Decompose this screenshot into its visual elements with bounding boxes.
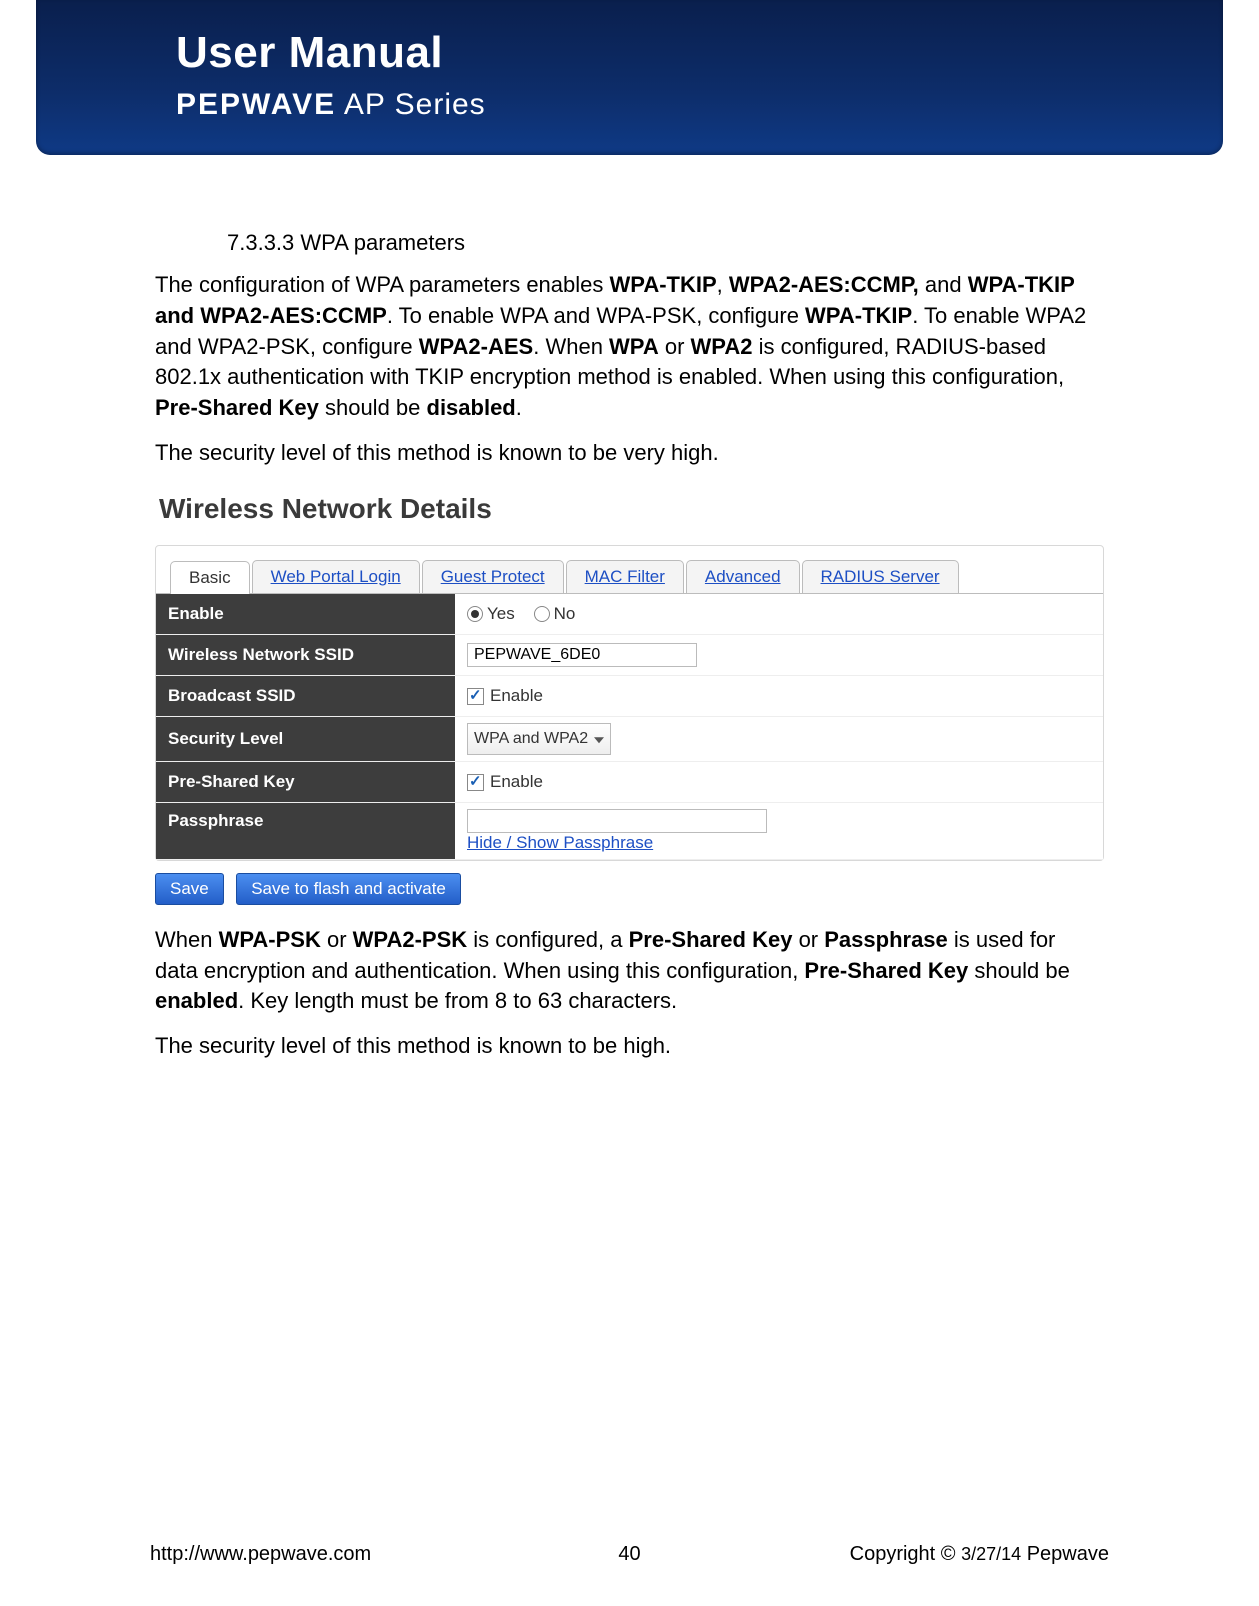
footer-copyright: Copyright © 3/27/14 Pepwave bbox=[850, 1543, 1109, 1566]
field-passphrase: Hide / Show Passphrase bbox=[455, 802, 1103, 859]
text: . bbox=[516, 395, 522, 420]
text: or bbox=[321, 927, 353, 952]
button-row: Save Save to flash and activate bbox=[155, 873, 1104, 905]
text-bold: WPA2-PSK bbox=[353, 927, 468, 952]
tab-basic[interactable]: Basic bbox=[170, 561, 250, 594]
checkbox-psk-label: Enable bbox=[490, 772, 543, 791]
text: or bbox=[792, 927, 824, 952]
label-psk: Pre-Shared Key bbox=[156, 761, 455, 802]
page-footer: http://www.pepwave.com 40 Copyright © 3/… bbox=[150, 1543, 1109, 1566]
security-select[interactable]: WPA and WPA2 bbox=[467, 723, 611, 755]
brand-name: PEPWAVE bbox=[176, 88, 336, 121]
text: . When bbox=[533, 334, 609, 359]
paragraph-1: The configuration of WPA parameters enab… bbox=[155, 270, 1104, 424]
checkbox-broadcast[interactable] bbox=[467, 688, 484, 705]
text: Pepwave bbox=[1021, 1543, 1109, 1565]
text: should be bbox=[319, 395, 427, 420]
row-security: Security Level WPA and WPA2 bbox=[156, 716, 1103, 761]
ssid-input[interactable] bbox=[467, 643, 697, 667]
field-enable: Yes No bbox=[455, 593, 1103, 634]
text-bold: WPA bbox=[609, 334, 659, 359]
tab-mac-filter[interactable]: MAC Filter bbox=[566, 560, 684, 593]
save-flash-button[interactable]: Save to flash and activate bbox=[236, 873, 461, 905]
field-psk: Enable bbox=[455, 761, 1103, 802]
text: and bbox=[919, 272, 968, 297]
text: . Key length must be from 8 to 63 charac… bbox=[238, 988, 677, 1013]
text-bold: Pre-Shared Key bbox=[155, 395, 319, 420]
label-ssid: Wireless Network SSID bbox=[156, 634, 455, 675]
text: , bbox=[717, 272, 729, 297]
hide-show-passphrase-link[interactable]: Hide / Show Passphrase bbox=[467, 833, 653, 852]
row-passphrase: Passphrase Hide / Show Passphrase bbox=[156, 802, 1103, 859]
ui-panel-title: Wireless Network Details bbox=[155, 483, 1104, 531]
text: The configuration of WPA parameters enab… bbox=[155, 272, 610, 297]
text-bold: Pre-Shared Key bbox=[629, 927, 793, 952]
text: When bbox=[155, 927, 219, 952]
radio-no-label: No bbox=[554, 604, 576, 623]
row-enable: Enable Yes No bbox=[156, 593, 1103, 634]
checkbox-broadcast-label: Enable bbox=[490, 686, 543, 705]
text-bold: Pre-Shared Key bbox=[804, 958, 968, 983]
text: should be bbox=[968, 958, 1070, 983]
text-bold: Passphrase bbox=[824, 927, 948, 952]
tab-radius-server[interactable]: RADIUS Server bbox=[802, 560, 959, 593]
save-button[interactable]: Save bbox=[155, 873, 224, 905]
text-bold: WPA2 bbox=[691, 334, 753, 359]
footer-url: http://www.pepwave.com bbox=[150, 1543, 371, 1566]
field-ssid bbox=[455, 634, 1103, 675]
label-passphrase: Passphrase bbox=[156, 802, 455, 859]
row-ssid: Wireless Network SSID bbox=[156, 634, 1103, 675]
doc-subtitle: PEPWAVE AP Series bbox=[176, 88, 486, 122]
page-number: 40 bbox=[618, 1543, 640, 1566]
paragraph-4: The security level of this method is kno… bbox=[155, 1031, 1104, 1062]
field-security: WPA and WPA2 bbox=[455, 716, 1103, 761]
paragraph-3: When WPA-PSK or WPA2-PSK is configured, … bbox=[155, 925, 1104, 1017]
label-broadcast: Broadcast SSID bbox=[156, 675, 455, 716]
security-select-value: WPA and WPA2 bbox=[474, 730, 588, 748]
row-broadcast: Broadcast SSID Enable bbox=[156, 675, 1103, 716]
tab-advanced[interactable]: Advanced bbox=[686, 560, 800, 593]
radio-yes-label: Yes bbox=[487, 604, 515, 623]
doc-title: User Manual bbox=[176, 28, 443, 78]
radio-yes[interactable] bbox=[467, 606, 483, 622]
text-bold: WPA-PSK bbox=[219, 927, 321, 952]
text: or bbox=[659, 334, 691, 359]
product-line: AP Series bbox=[336, 88, 486, 121]
text: 3/27/14 bbox=[961, 1544, 1021, 1564]
radio-no[interactable] bbox=[534, 606, 550, 622]
text-bold: enabled bbox=[155, 988, 238, 1013]
passphrase-input[interactable] bbox=[467, 809, 767, 833]
text: . To enable WPA and WPA-PSK, configure bbox=[387, 303, 805, 328]
text: Copyright © bbox=[850, 1543, 961, 1565]
tab-bar: Basic Web Portal Login Guest Protect MAC… bbox=[156, 546, 1103, 593]
text: is configured, a bbox=[467, 927, 628, 952]
text-bold: WPA-TKIP bbox=[805, 303, 912, 328]
settings-panel: Basic Web Portal Login Guest Protect MAC… bbox=[155, 545, 1104, 861]
label-security: Security Level bbox=[156, 716, 455, 761]
checkbox-psk[interactable] bbox=[467, 774, 484, 791]
text-bold: WPA2-AES bbox=[419, 334, 534, 359]
text-bold: WPA-TKIP bbox=[610, 272, 717, 297]
label-enable: Enable bbox=[156, 593, 455, 634]
text-bold: WPA2-AES:CCMP, bbox=[729, 272, 919, 297]
paragraph-2: The security level of this method is kno… bbox=[155, 438, 1104, 469]
tab-web-portal-login[interactable]: Web Portal Login bbox=[252, 560, 420, 593]
settings-table: Enable Yes No Wireless Network SSID Broa… bbox=[156, 593, 1103, 860]
text-bold: disabled bbox=[427, 395, 516, 420]
tab-guest-protect[interactable]: Guest Protect bbox=[422, 560, 564, 593]
row-psk: Pre-Shared Key Enable bbox=[156, 761, 1103, 802]
document-header: User Manual PEPWAVE AP Series bbox=[36, 0, 1223, 155]
section-heading: 7.3.3.3 WPA parameters bbox=[227, 230, 1104, 256]
field-broadcast: Enable bbox=[455, 675, 1103, 716]
